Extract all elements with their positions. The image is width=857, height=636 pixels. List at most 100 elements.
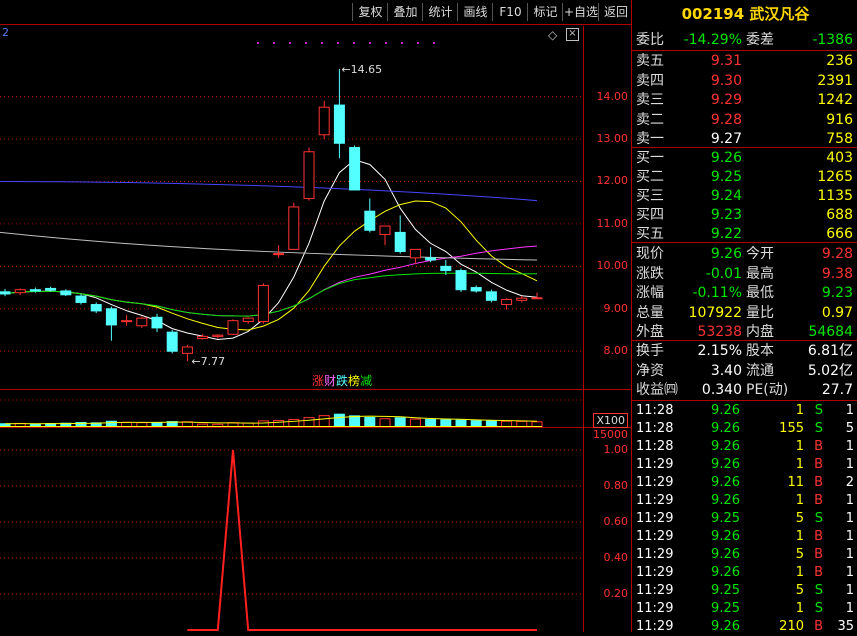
candle-body[interactable] [409,248,421,259]
candle-body[interactable] [257,284,269,323]
tick-row[interactable]: 11:29 9.26 11 B 2 [634,474,857,492]
stat-label: 现价 [636,246,664,262]
order-ratio-label: 委比 [636,32,664,48]
ask-volume: 916 [826,111,853,128]
volume-axis-top: 15000 [593,428,628,441]
candle-body[interactable] [516,297,528,301]
candle-body[interactable] [242,317,254,323]
candle-body[interactable] [197,335,209,340]
signal-dot [369,42,371,44]
mark-button[interactable]: 标记 [527,3,563,21]
tick-row[interactable]: 11:28 9.26 155 S 5 [634,420,857,438]
tick-row[interactable]: 11:29 9.26 1 B 1 [634,564,857,582]
candle-body[interactable] [181,346,193,354]
candle-body[interactable] [440,265,452,272]
tick-row[interactable]: 11:28 9.26 1 B 1 [634,438,857,456]
signal-dot [401,42,403,44]
candle-body[interactable] [364,210,376,231]
candle-body[interactable] [227,320,239,335]
kline-chart[interactable]: ←14.65 ←7.77 [0,26,583,389]
f10-button[interactable]: F10 [492,3,528,21]
ask-row[interactable]: 卖四 9.30 2391 [634,71,857,91]
candle-body[interactable] [394,231,406,253]
candle-body[interactable] [212,334,224,337]
back-button[interactable]: 返回 [598,3,633,21]
stat-label: 收益㈣ [636,382,678,398]
candle-body[interactable] [29,289,41,292]
tick-row[interactable]: 11:29 9.26 5 B 1 [634,546,857,564]
fuquan-button[interactable]: 复权 [352,3,388,21]
ask-price: 9.29 [710,92,742,108]
ask-row[interactable]: 卖三 9.29 1242 [634,90,857,110]
tag-jian[interactable]: 减 [360,374,372,388]
tick-volume: 11 [787,475,804,490]
tag-die[interactable]: 跌 [336,374,348,388]
candle-body[interactable] [151,316,163,329]
bid-volume: 403 [826,150,853,166]
tag-bang[interactable]: 榜 [348,374,360,388]
volume-bar [288,418,300,427]
candle-body[interactable] [333,104,345,144]
ask-row[interactable]: 卖一 9.27 758 [634,129,857,149]
candle-body[interactable] [288,206,300,250]
add-watchlist-button[interactable]: +自选 [562,3,599,21]
tick-row[interactable]: 11:29 9.26 1 B 1 [634,528,857,546]
bid-row[interactable]: 买一 9.26 403 [634,148,857,168]
candle-body[interactable] [121,320,133,323]
tick-row[interactable]: 11:28 9.26 1 S 1 [634,402,857,420]
candle-body[interactable] [105,308,117,326]
candle-body[interactable] [0,291,11,295]
bid-label: 买三 [636,188,664,204]
stat-label: 净资 [636,362,664,379]
candle-body[interactable] [425,257,437,261]
candle-body[interactable] [485,291,497,301]
tick-volume: 1 [795,403,804,418]
tick-count: 1 [845,493,854,508]
tick-row[interactable]: 11:29 9.25 5 S 1 [634,582,857,600]
ask-row[interactable]: 卖五 9.31 236 [634,51,857,71]
bid-price: 9.24 [710,188,742,204]
bid-row[interactable]: 买二 9.25 1265 [634,167,857,187]
candle-body[interactable] [14,289,26,294]
bid-volume: 688 [826,207,853,223]
candle-body[interactable] [273,253,285,256]
candle-body[interactable] [349,147,361,191]
ticks-divider [632,400,857,401]
candle-body[interactable] [379,225,391,236]
candle-body[interactable] [455,270,467,291]
tag-zhang[interactable]: 涨 [312,374,324,388]
tick-price: 9.25 [711,601,740,616]
overlay-button[interactable]: 叠加 [387,3,423,21]
candle-body[interactable] [136,317,148,327]
ask-row[interactable]: 卖二 9.28 916 [634,110,857,130]
tick-side: B [814,547,823,562]
candle-body[interactable] [90,304,102,312]
tick-row[interactable]: 11:29 9.25 5 S 1 [634,510,857,528]
tick-row[interactable]: 11:29 9.26 1 B 1 [634,492,857,510]
bid-row[interactable]: 买三 9.24 1135 [634,186,857,206]
volume-axis-unit: X100 [584,413,628,428]
stat-value: 54684 [808,324,853,340]
candle-body[interactable] [470,287,482,292]
candle-body[interactable] [60,290,72,296]
candle-body[interactable] [45,287,57,291]
signal-dot [273,42,275,44]
candle-body[interactable] [318,106,330,136]
candle-body[interactable] [531,297,543,300]
candle-body[interactable] [166,331,178,352]
bid-row[interactable]: 买五 9.22 666 [634,224,857,244]
volume-bar [349,415,361,427]
stat-label: 量比 [746,304,774,321]
candle-body[interactable] [303,151,315,199]
signal-dot [417,42,419,44]
candle-body[interactable] [501,298,513,306]
tick-row[interactable]: 11:29 9.25 1 S 1 [634,600,857,618]
tick-row[interactable]: 11:29 9.26 1 B 1 [634,456,857,474]
candle-body[interactable] [75,295,87,303]
bid-row[interactable]: 买四 9.23 688 [634,205,857,225]
tag-cai[interactable]: 财 [324,374,336,388]
draw-line-button[interactable]: 画线 [457,3,493,21]
bid-volume: 666 [826,226,853,242]
tick-row[interactable]: 11:29 9.26 210 B 35 [634,618,857,636]
statistics-button[interactable]: 统计 [422,3,458,21]
